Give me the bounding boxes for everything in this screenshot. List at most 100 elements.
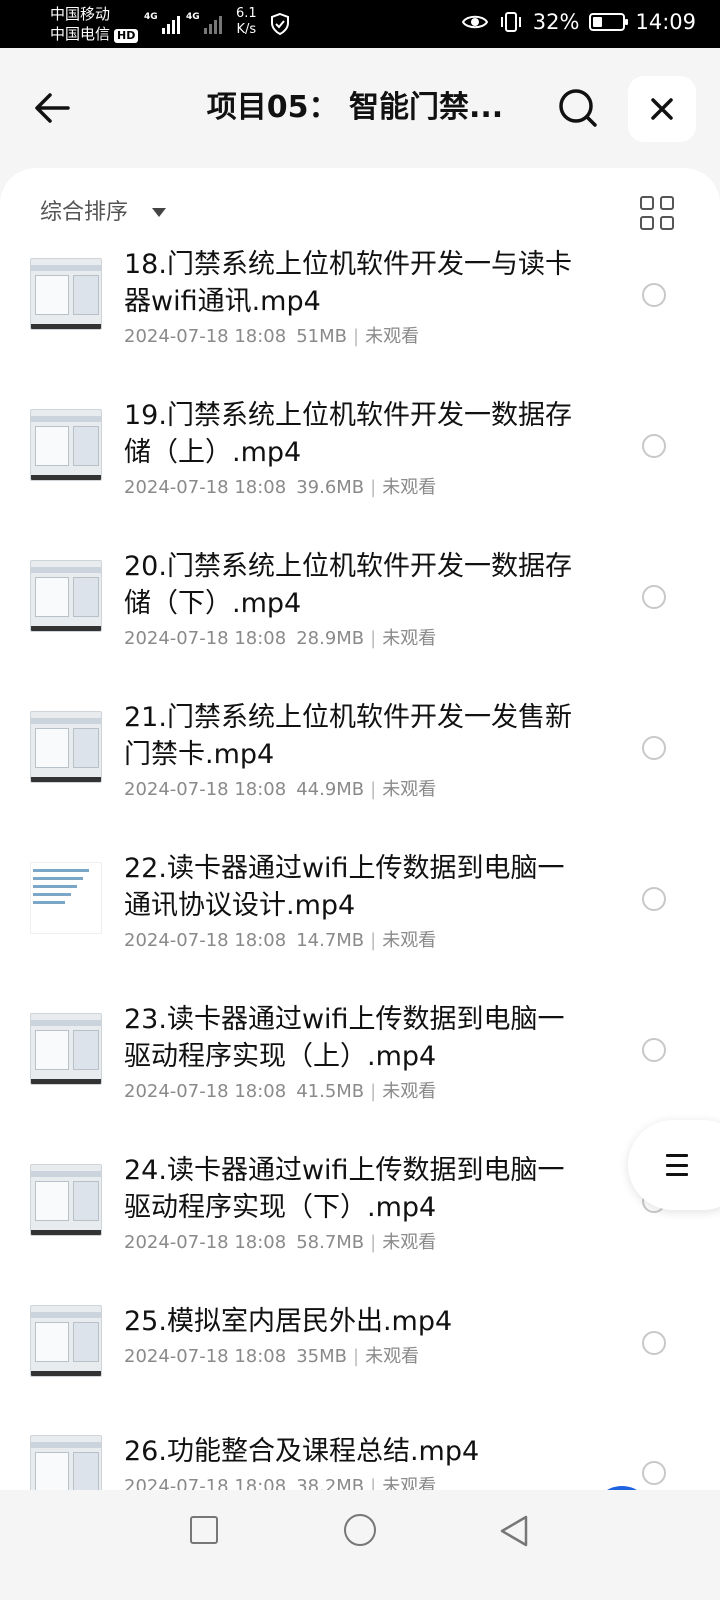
list-item[interactable]: 22.读卡器通过wifi上传数据到电脑一通讯协议设计.mp4 2024-07-18… [0, 842, 720, 993]
sort-bar: 综合排序 [0, 168, 720, 244]
back-button[interactable] [30, 86, 74, 130]
file-date: 2024-07-18 18:08 [124, 1346, 287, 1367]
caret-down-icon[interactable] [152, 208, 166, 217]
select-radio[interactable] [642, 736, 666, 760]
list-item[interactable]: 18.门禁系统上位机软件开发一与读卡器wifi通讯.mp4 2024-07-18 … [0, 238, 720, 389]
carrier-2: 中国电信 [50, 25, 111, 43]
meta-separator: | [353, 326, 360, 347]
list-item[interactable]: 21.门禁系统上位机软件开发一发售新门禁卡.mp4 2024-07-18 18:0… [0, 691, 720, 842]
file-size: 58.7MB [296, 1232, 365, 1253]
carrier-info: 中国移动 中国电信 HD [50, 4, 139, 44]
home-icon[interactable] [344, 1514, 376, 1546]
speed-unit: K/s [236, 22, 257, 37]
select-radio[interactable] [642, 1461, 666, 1485]
file-meta: 2024-07-18 18:08 28.9MB | 未观看 [124, 624, 436, 650]
watch-status: 未观看 [382, 1232, 437, 1253]
file-name: 20.门禁系统上位机软件开发一数据存储（下）.mp4 [124, 551, 572, 619]
meta-separator: | [370, 628, 377, 649]
watch-status: 未观看 [382, 628, 437, 649]
list-item[interactable]: 25.模拟室内居民外出.mp4 2024-07-18 18:08 35MB | 未观看 [0, 1295, 720, 1446]
header: 项目05： 智能门禁... [0, 48, 720, 168]
select-radio[interactable] [642, 1038, 666, 1062]
network-type-1: 4G [144, 12, 158, 22]
sort-dropdown[interactable]: 综合排序 [40, 194, 128, 226]
list-item[interactable]: 20.门禁系统上位机软件开发一数据存储（下）.mp4 2024-07-18 18:… [0, 540, 720, 691]
menu-icon [666, 1154, 688, 1176]
close-icon [651, 98, 673, 120]
file-date: 2024-07-18 18:08 [124, 1081, 287, 1102]
network-speed: 6.1 K/s [236, 6, 257, 38]
clock: 14:09 [635, 10, 696, 34]
video-thumbnail [30, 711, 102, 783]
list-item[interactable]: 19.门禁系统上位机软件开发一数据存储（上）.mp4 2024-07-18 18:… [0, 389, 720, 540]
select-radio[interactable] [642, 283, 666, 307]
floating-menu-button[interactable] [628, 1120, 720, 1210]
search-button[interactable] [556, 86, 600, 130]
back-triangle-icon[interactable] [498, 1514, 530, 1548]
file-meta: 2024-07-18 18:08 14.7MB | 未观看 [124, 926, 436, 952]
close-button[interactable] [628, 76, 696, 142]
video-thumbnail [30, 862, 102, 934]
file-date: 2024-07-18 18:08 [124, 930, 287, 951]
battery-icon [589, 13, 629, 31]
file-date: 2024-07-18 18:08 [124, 779, 287, 800]
file-size: 35MB [296, 1346, 347, 1367]
meta-separator: | [370, 477, 377, 498]
status-right: 32% 14:09 [461, 10, 696, 34]
file-name: 26.功能整合及课程总结.mp4 [124, 1436, 480, 1467]
watch-status: 未观看 [382, 779, 437, 800]
video-thumbnail [30, 1013, 102, 1085]
system-nav-bar [0, 1490, 720, 1600]
file-meta: 2024-07-18 18:08 58.7MB | 未观看 [124, 1228, 436, 1254]
file-date: 2024-07-18 18:08 [124, 628, 287, 649]
search-icon [559, 89, 597, 127]
file-meta: 2024-07-18 18:08 51MB | 未观看 [124, 322, 419, 348]
file-name: 24.读卡器通过wifi上传数据到电脑一驱动程序实现（下）.mp4 [124, 1155, 565, 1223]
watch-status: 未观看 [365, 326, 420, 347]
vpn-shield-icon [271, 12, 289, 36]
file-name: 18.门禁系统上位机软件开发一与读卡器wifi通讯.mp4 [124, 249, 572, 317]
video-thumbnail [30, 258, 102, 330]
meta-separator: | [370, 1232, 377, 1253]
signal-2-icon: 4G [186, 12, 222, 34]
file-name: 22.读卡器通过wifi上传数据到电脑一通讯协议设计.mp4 [124, 853, 565, 921]
file-size: 44.9MB [296, 779, 365, 800]
list-item[interactable]: 23.读卡器通过wifi上传数据到电脑一驱动程序实现（上）.mp4 2024-07… [0, 993, 720, 1144]
video-thumbnail [30, 1305, 102, 1377]
select-radio[interactable] [642, 887, 666, 911]
file-size: 28.9MB [296, 628, 365, 649]
list-item[interactable]: 24.读卡器通过wifi上传数据到电脑一驱动程序实现（下）.mp4 2024-07… [0, 1144, 720, 1295]
grid-view-icon[interactable] [640, 196, 674, 230]
file-name: 21.门禁系统上位机软件开发一发售新门禁卡.mp4 [124, 702, 572, 770]
arrow-left-icon [35, 93, 70, 123]
file-date: 2024-07-18 18:08 [124, 1232, 287, 1253]
select-radio[interactable] [642, 585, 666, 609]
file-meta: 2024-07-18 18:08 41.5MB | 未观看 [124, 1077, 436, 1103]
file-size: 41.5MB [296, 1081, 365, 1102]
select-radio[interactable] [642, 434, 666, 458]
file-name: 23.读卡器通过wifi上传数据到电脑一驱动程序实现（上）.mp4 [124, 1004, 565, 1072]
file-size: 39.6MB [296, 477, 365, 498]
meta-separator: | [370, 779, 377, 800]
eye-icon [461, 15, 488, 29]
watch-status: 未观看 [382, 1081, 437, 1102]
meta-separator: | [353, 1346, 360, 1367]
video-thumbnail [30, 409, 102, 481]
battery-percent: 32% [532, 10, 580, 34]
watch-status: 未观看 [382, 930, 437, 951]
recents-icon[interactable] [190, 1516, 218, 1544]
file-meta: 2024-07-18 18:08 39.6MB | 未观看 [124, 473, 436, 499]
meta-separator: | [370, 1081, 377, 1102]
select-radio[interactable] [642, 1331, 666, 1355]
status-bar: 中国移动 中国电信 HD 4G 4G 6.1 K/s 32% 14:09 [0, 0, 720, 48]
file-date: 2024-07-18 18:08 [124, 326, 287, 347]
file-size: 14.7MB [296, 930, 365, 951]
watch-status: 未观看 [365, 1346, 420, 1367]
hd-badge: HD [114, 29, 139, 43]
file-list-sheet: 综合排序 18.门禁系统上位机软件开发一与读卡器wifi通讯.mp4 2024-0… [0, 168, 720, 1520]
file-meta: 2024-07-18 18:08 44.9MB | 未观看 [124, 775, 436, 801]
watch-status: 未观看 [382, 477, 437, 498]
file-meta: 2024-07-18 18:08 35MB | 未观看 [124, 1342, 419, 1368]
page-title: 项目05： 智能门禁... [206, 90, 504, 125]
video-thumbnail [30, 1164, 102, 1236]
